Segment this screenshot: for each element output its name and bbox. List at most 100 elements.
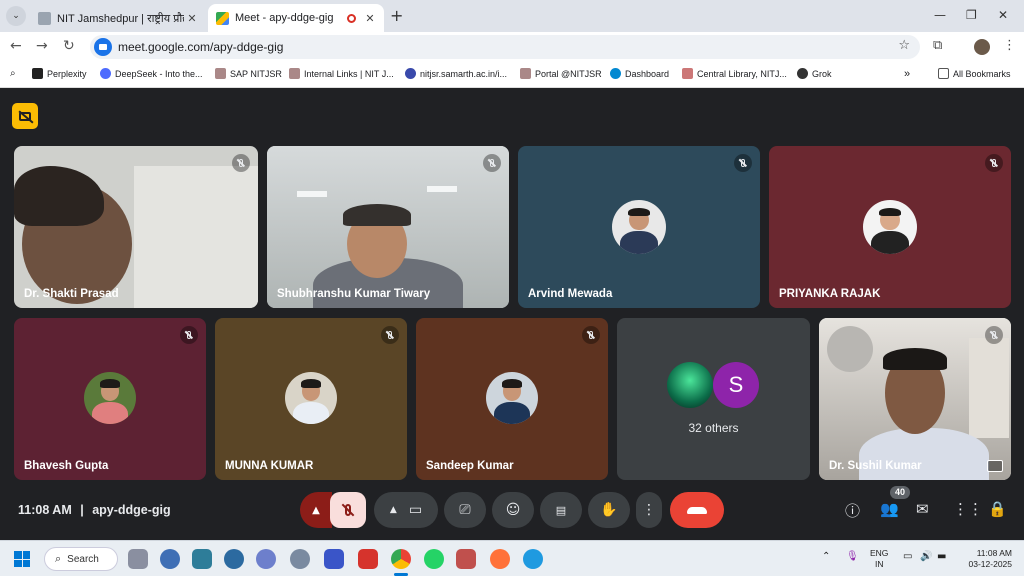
navigation-bar: ← → ↻ meet.google.com/apy-ddge-gig ☆ ⧉ ⋮ [0, 32, 1024, 62]
earth-app-icon[interactable] [224, 549, 244, 569]
bookmark-dashboard[interactable]: Dashboard [610, 68, 669, 79]
mic-off-icon [582, 326, 600, 344]
minimize-icon[interactable]: — [934, 8, 946, 22]
pip-expand-icon[interactable] [987, 460, 1003, 472]
firefox-app-icon[interactable] [490, 549, 510, 569]
camera-controls: ▲ ▭ [374, 492, 438, 528]
chrome-app-icon[interactable] [391, 549, 411, 569]
url-text[interactable]: meet.google.com/apy-ddge-gig [118, 40, 283, 54]
mic-toggle-button[interactable] [330, 492, 366, 528]
hierarchy-app-icon[interactable] [192, 549, 212, 569]
battery-icon[interactable]: ▬ [937, 551, 946, 562]
menu-kebab-icon[interactable]: ⋮ [1003, 38, 1016, 53]
self-view-tile[interactable]: Dr. Sushil Kumar [819, 318, 1011, 480]
site-info-icon[interactable] [94, 38, 112, 56]
extensions-puzzle-icon[interactable]: ⧉ [933, 38, 942, 53]
recording-indicator-icon [347, 13, 356, 23]
participant-name: Dr. Shakti Prasad [24, 288, 119, 300]
bookmark-internal-links[interactable]: Internal Links | NIT J... [289, 68, 394, 79]
tab-search-button[interactable]: ⌄ [6, 6, 26, 26]
video-feed [819, 318, 1011, 480]
profile-avatar[interactable] [974, 39, 990, 55]
new-tab-plus-icon[interactable]: + [390, 6, 403, 25]
rstudio-app-icon[interactable] [290, 549, 310, 569]
participant-name: Dr. Sushil Kumar [829, 460, 922, 472]
reactions-button[interactable]: ☺ [492, 492, 534, 528]
host-controls-lock-icon[interactable]: 🔒 [988, 500, 1007, 518]
globe-app-icon[interactable] [160, 549, 180, 569]
chat-icon[interactable]: ✉ [916, 500, 929, 518]
more-bookmarks-chevron-icon[interactable]: » [904, 68, 910, 80]
others-tile[interactable]: S 32 others [617, 318, 810, 480]
mic-options-chevron-icon[interactable]: ▲ [300, 492, 332, 528]
participant-tile[interactable]: Sandeep Kumar [416, 318, 608, 480]
snipping-tool-icon[interactable] [456, 549, 476, 569]
bookmark-perplexity[interactable]: Perplexity [32, 68, 87, 79]
mic-off-icon [483, 154, 501, 172]
mic-in-use-icon[interactable]: 🎙 [846, 551, 859, 562]
slash-app-icon[interactable] [324, 549, 344, 569]
participant-tile[interactable]: Shubhranshu Kumar Tiwary [267, 146, 509, 308]
people-icon[interactable]: 👥 [880, 500, 899, 518]
bookmark-deepseek[interactable]: DeepSeek - Into the... [100, 68, 203, 79]
more-options-button[interactable]: ⋮ [636, 492, 662, 528]
raise-hand-button[interactable]: ✋ [588, 492, 630, 528]
restore-icon[interactable]: ❐ [966, 8, 977, 22]
bookmark-portal[interactable]: Portal @NITJSR [520, 68, 602, 79]
bookmark-central-library[interactable]: Central Library, NITJ... [682, 68, 787, 79]
meeting-details-info-icon[interactable]: ⓘ [845, 500, 860, 521]
r-app-icon[interactable] [256, 549, 276, 569]
forward-arrow-icon[interactable]: → [36, 38, 48, 54]
more-vert-icon: ⋮ [642, 502, 656, 518]
network-app-icon[interactable] [128, 549, 148, 569]
captions-icon: ▤ [555, 503, 567, 517]
participant-tile[interactable]: Arvind Mewada [518, 146, 760, 308]
close-icon[interactable]: ✕ [184, 12, 200, 25]
bookmark-star-icon[interactable]: ☆ [898, 38, 910, 53]
bookmark-grok[interactable]: Grok [797, 68, 832, 79]
nit-logo-icon [289, 68, 300, 79]
bookmark-sap[interactable]: SAP NITJSR [215, 68, 282, 79]
clock-time: 11:08 AM [976, 548, 1012, 558]
camera-options-chevron-icon[interactable]: ▲ [390, 505, 397, 515]
participant-tile[interactable]: Bhavesh Gupta [14, 318, 206, 480]
camera-toggle-button[interactable]: ▭ [409, 502, 422, 518]
bookmark-samarth[interactable]: nitjsr.samarth.ac.in/i... [405, 68, 507, 79]
camera-off-icon[interactable] [12, 103, 38, 129]
edge-app-icon[interactable] [523, 549, 543, 569]
volume-icon[interactable]: 🔊 [920, 551, 932, 562]
folder-icon [938, 68, 949, 79]
captions-button[interactable]: ▤ [540, 492, 582, 528]
back-arrow-icon[interactable]: ← [10, 38, 22, 54]
participant-name: Sandeep Kumar [426, 460, 514, 472]
samarth-icon [405, 68, 416, 79]
emoji-icon: ☺ [505, 502, 521, 518]
search-icon[interactable]: ⌕ [10, 68, 16, 79]
region-code: IN [874, 559, 884, 569]
all-bookmarks-folder[interactable]: All Bookmarks [938, 68, 1011, 79]
whatsapp-app-icon[interactable] [424, 549, 444, 569]
tab-meet[interactable]: Meet - apy-ddge-gig ✕ [208, 4, 384, 32]
matlab-app-icon[interactable] [358, 549, 378, 569]
participant-tile[interactable]: Dr. Shakti Prasad [14, 146, 258, 308]
perplexity-icon [32, 68, 43, 79]
taskbar-search[interactable]: ⌕ Search [44, 547, 118, 571]
activities-grid-icon[interactable]: ⋮⋮ [953, 500, 983, 518]
window-close-icon[interactable]: ✕ [998, 8, 1008, 22]
participant-initial-avatar: S [713, 362, 759, 408]
separator: | [80, 503, 84, 517]
close-icon[interactable]: ✕ [362, 12, 378, 25]
participant-tile[interactable]: MUNNA KUMAR [215, 318, 407, 480]
tray-chevron-icon[interactable]: ⌃ [822, 551, 830, 562]
reload-icon[interactable]: ↻ [63, 38, 75, 54]
system-clock[interactable]: 11:08 AM 03-12-2025 [962, 548, 1012, 570]
leave-call-button[interactable] [670, 492, 724, 528]
input-language-indicator[interactable]: ENG IN [870, 548, 888, 570]
present-screen-button[interactable]: ⎚ [444, 492, 486, 528]
address-bar[interactable]: meet.google.com/apy-ddge-gig ☆ [90, 35, 920, 59]
tab-nit-jamshedpur[interactable]: NIT Jamshedpur | राष्ट्रीय प्रौद्योगिकी … [30, 4, 206, 32]
participant-name: Bhavesh Gupta [24, 460, 109, 472]
display-icon[interactable]: ▭ [903, 551, 912, 562]
participant-tile[interactable]: PRIYANKA RAJAK [769, 146, 1011, 308]
windows-start-icon[interactable] [14, 551, 30, 567]
